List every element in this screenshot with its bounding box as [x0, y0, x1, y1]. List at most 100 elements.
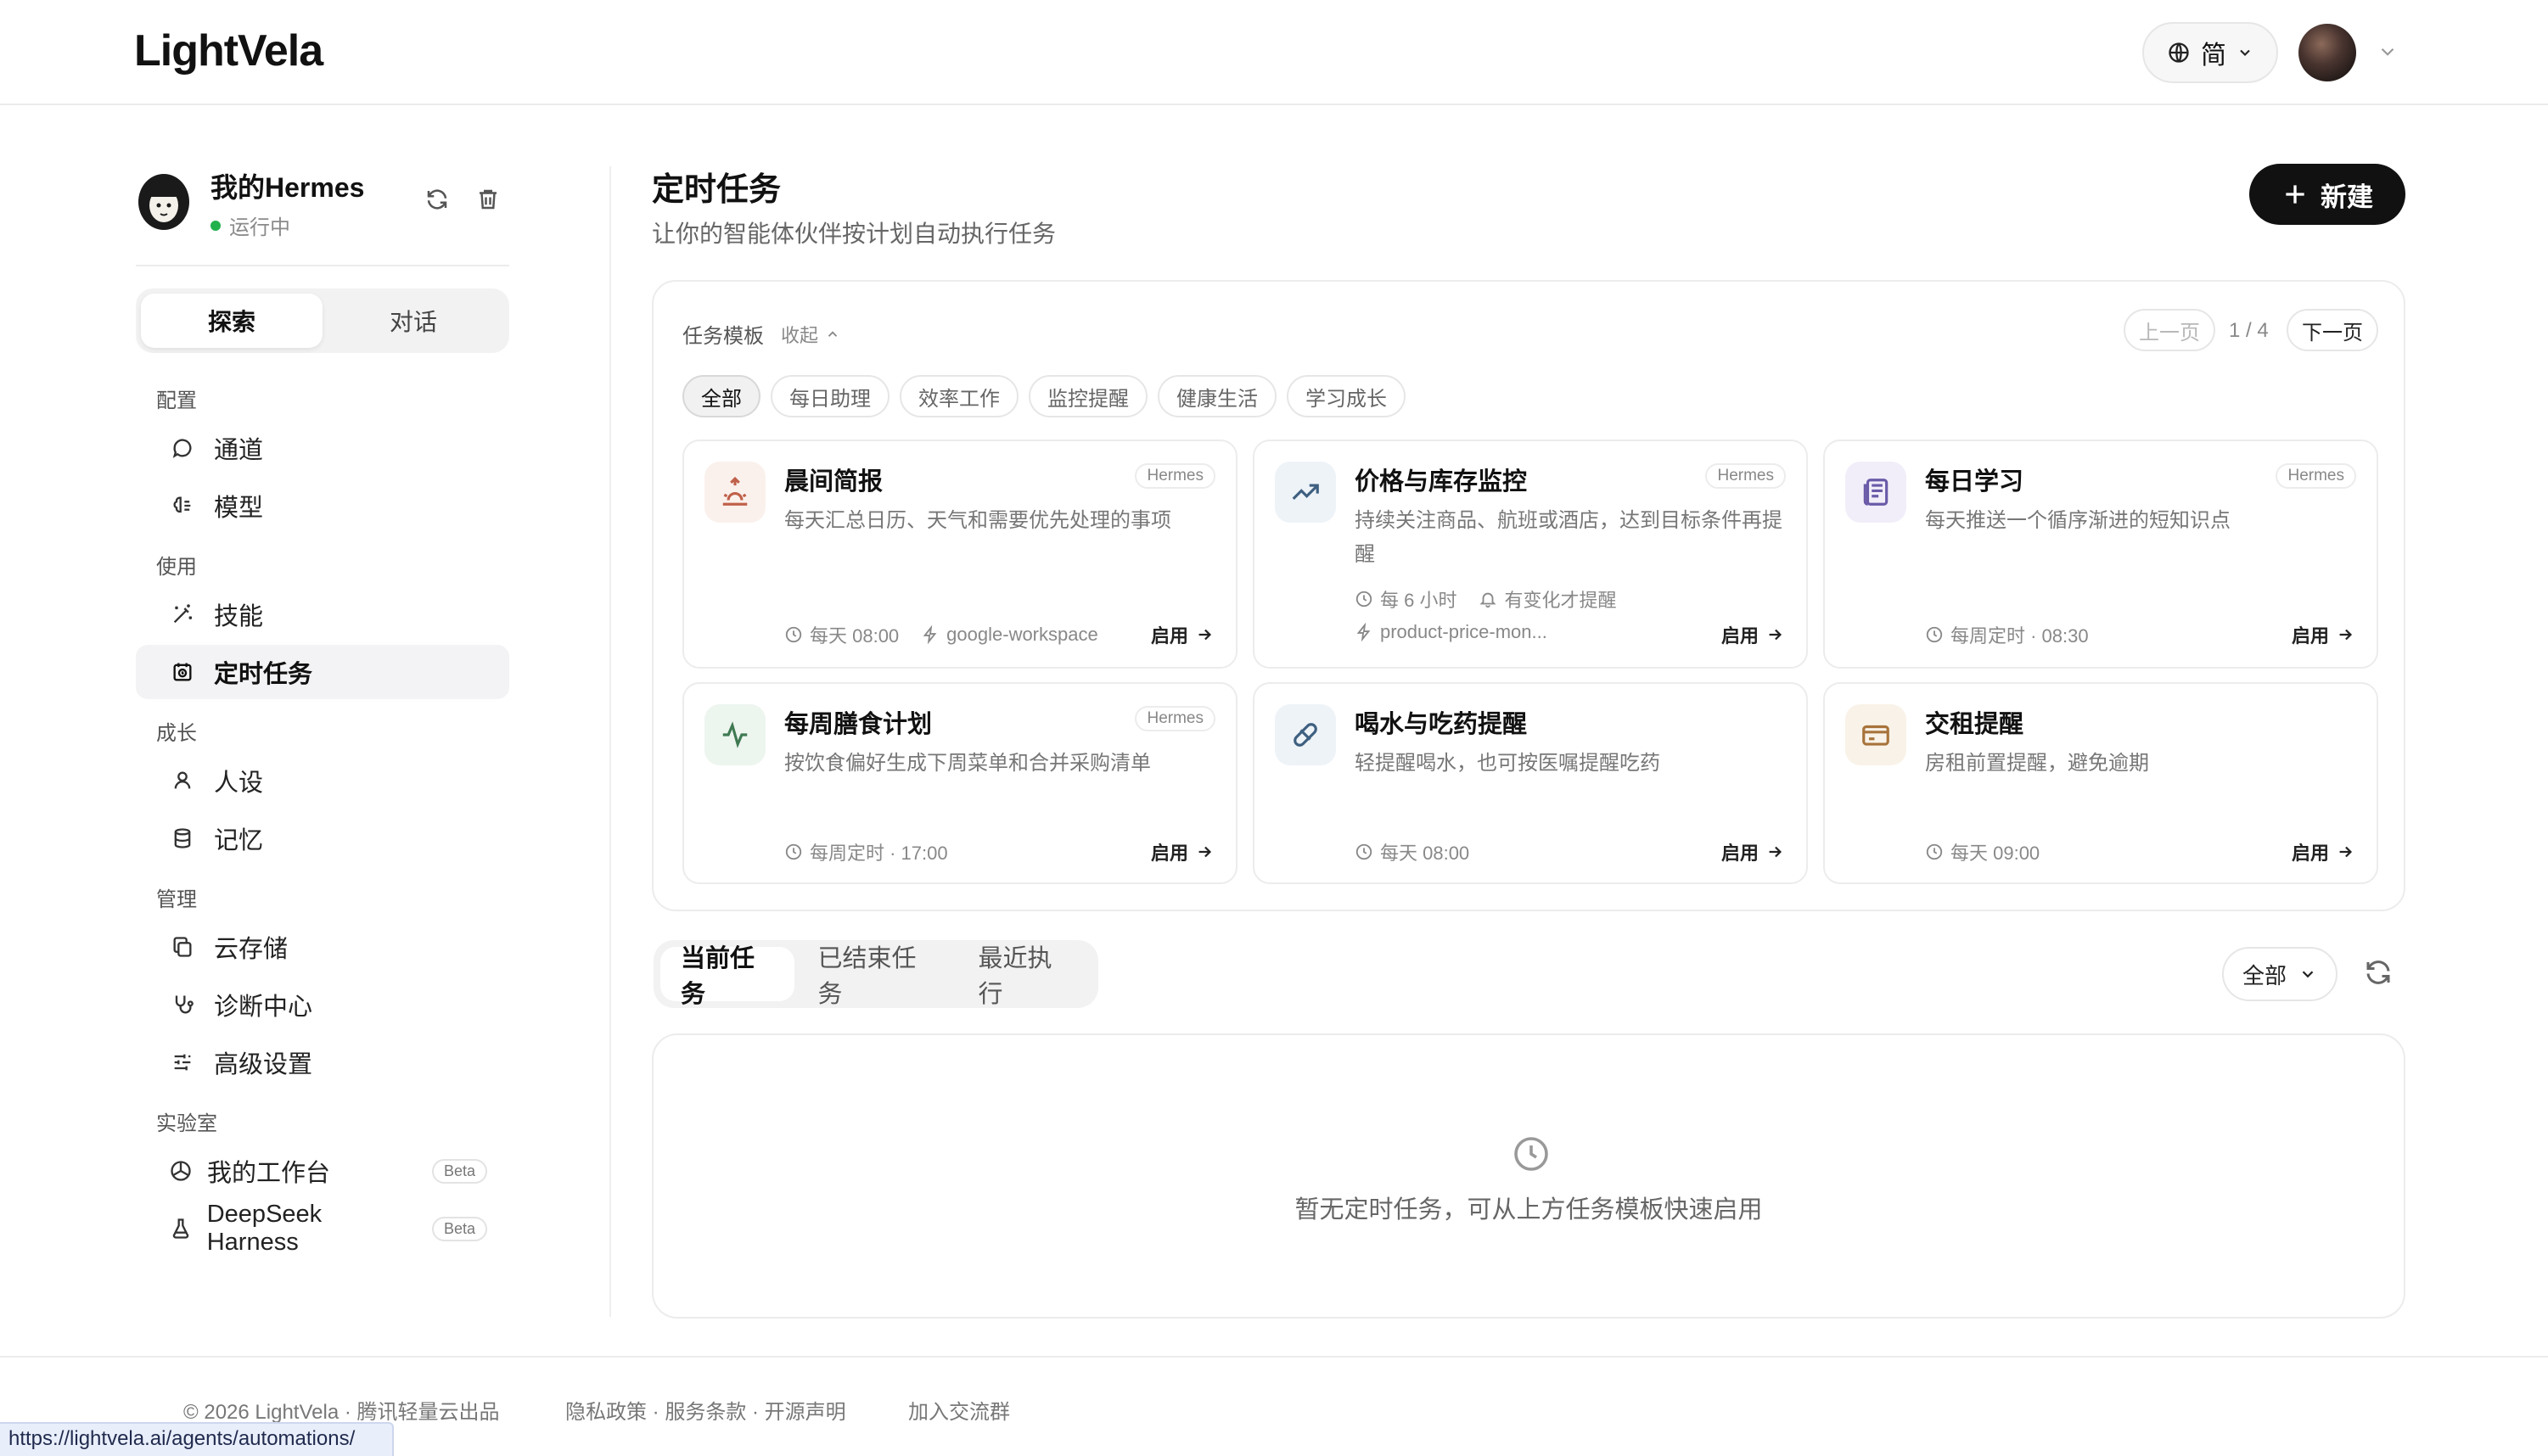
copy-icon	[170, 934, 195, 960]
template-schedule: 每 6 小时	[1380, 590, 1457, 611]
enable-label: 启用	[2291, 625, 2329, 647]
tab-ended-tasks[interactable]: 已结束任务	[798, 945, 955, 1008]
magic-wand-icon	[170, 602, 195, 627]
pill-icon	[1275, 704, 1336, 765]
sidebar-item-label: 通道	[214, 437, 264, 464]
enable-button[interactable]: 启用	[1151, 838, 1214, 865]
sidebar-item-scheduled-tasks[interactable]: 定时任务	[136, 645, 509, 699]
template-card[interactable]: 每日学习 Hermes 每天推送一个循序渐进的短知识点 每周定时 · 08:30…	[1823, 440, 2378, 669]
template-title: 每周膳食计划	[784, 711, 933, 738]
template-card[interactable]: 喝水与吃药提醒 轻提醒喝水，也可按医嘱提醒吃药 每天 08:00 启用	[1253, 682, 1808, 884]
sidebar-item-label: 诊断中心	[214, 994, 313, 1021]
language-switcher[interactable]: 简	[2142, 22, 2278, 83]
trash-icon[interactable]	[475, 187, 501, 212]
next-page-button[interactable]: 下一页	[2287, 309, 2378, 351]
template-meta: product-price-mon...	[1355, 621, 1547, 643]
lightning-icon	[921, 625, 940, 644]
sidebar-item-diagnostics[interactable]: 诊断中心	[136, 977, 509, 1032]
template-schedule: 每天 08:00	[810, 625, 900, 647]
enable-button[interactable]: 启用	[2292, 838, 2354, 865]
enable-button[interactable]: 启用	[1721, 621, 1784, 648]
nav-group-lab: 实验室	[156, 1112, 217, 1135]
template-card[interactable]: 交租提醒 房租前置提醒，避免逾期 每天 09:00 启用	[1823, 682, 2378, 884]
collapse-toggle[interactable]: 收起	[781, 321, 840, 348]
beta-badge: Beta	[431, 1158, 487, 1184]
empty-state-text: 暂无定时任务，可从上方任务模板快速启用	[1294, 1196, 1763, 1224]
category-chip-monitoring[interactable]: 监控提醒	[1029, 375, 1148, 417]
agent-profile: 我的Hermes 运行中	[136, 161, 509, 255]
tab-recent-runs[interactable]: 最近执行	[957, 945, 1092, 1008]
template-schedule: 每周定时 · 08:30	[1950, 625, 2089, 647]
template-card[interactable]: 每周膳食计划 Hermes 按饮食偏好生成下周菜单和合并采购清单 每周定时 · …	[682, 682, 1238, 884]
brain-icon	[170, 493, 195, 518]
sidebar-item-workbench[interactable]: 我的工作台 Beta	[136, 1144, 509, 1198]
arrow-right-icon	[1765, 625, 1784, 644]
sidebar-item-deepseek-harness[interactable]: DeepSeek Harness Beta	[136, 1201, 509, 1256]
enable-label: 启用	[1150, 843, 1188, 864]
clock-icon	[784, 843, 803, 861]
sidebar-item-skills[interactable]: 技能	[136, 587, 509, 641]
enable-button[interactable]: 启用	[1721, 838, 1784, 865]
bell-icon	[1479, 590, 1497, 608]
top-bar: LightVela 简	[0, 0, 2548, 105]
status-text: 运行中	[229, 216, 290, 239]
tab-current-tasks[interactable]: 当前任务	[660, 945, 794, 1008]
category-chip-daily-assistant[interactable]: 每日助理	[771, 375, 890, 417]
nav-group-growth: 成长	[156, 722, 197, 745]
enable-button[interactable]: 启用	[2292, 621, 2354, 648]
collapse-label: 收起	[781, 325, 819, 346]
template-skill: product-price-mon...	[1380, 621, 1547, 642]
flask-icon	[168, 1216, 194, 1241]
enable-label: 启用	[1150, 625, 1188, 647]
status-url: https://lightvela.ai/agents/automations/	[0, 1422, 394, 1456]
agent-status: 运行中	[210, 210, 290, 240]
sidebar-item-memory[interactable]: 记忆	[136, 811, 509, 865]
sidebar-item-advanced-settings[interactable]: 高级设置	[136, 1035, 509, 1089]
enable-button[interactable]: 启用	[1151, 621, 1214, 648]
sidebar-divider	[609, 166, 611, 1317]
template-description: 每天推送一个循序渐进的短知识点	[1925, 509, 2231, 532]
tab-explore[interactable]: 探索	[141, 294, 323, 348]
chevron-down-icon	[2237, 44, 2253, 61]
footer-legal-links[interactable]: 隐私政策 · 服务条款 · 开源声明	[565, 1395, 846, 1425]
sidebar-item-label: 我的工作台	[207, 1160, 331, 1187]
template-meta: 每 6 小时 有变化才提醒	[1355, 585, 1616, 613]
template-title: 喝水与吃药提醒	[1355, 711, 1528, 738]
category-chip-health[interactable]: 健康生活	[1158, 375, 1277, 417]
sidebar-item-cloud-storage[interactable]: 云存储	[136, 920, 509, 974]
task-filter-select[interactable]: 全部	[2222, 947, 2338, 1001]
clock-icon	[1355, 590, 1373, 608]
template-card[interactable]: 价格与库存监控 Hermes 持续关注商品、航班或酒店，达到目标条件再提醒 每 …	[1253, 440, 1808, 669]
category-chip-productivity[interactable]: 效率工作	[900, 375, 1019, 417]
footer-community-link[interactable]: 加入交流群	[908, 1395, 1010, 1425]
user-avatar[interactable]	[2298, 24, 2356, 81]
arrow-right-icon	[2336, 625, 2354, 644]
agent-tag: Hermes	[1135, 706, 1215, 731]
tab-chat[interactable]: 对话	[323, 294, 504, 348]
sidebar-item-persona[interactable]: 人设	[136, 753, 509, 808]
app-logo[interactable]: LightVela	[134, 25, 323, 76]
page-subtitle: 让你的智能体伙伴按计划自动执行任务	[652, 221, 1057, 247]
chevron-down-icon[interactable]	[2377, 41, 2399, 63]
template-card[interactable]: 晨间简报 Hermes 每天汇总日历、天气和需要优先处理的事项 每天 08:00…	[682, 440, 1238, 669]
prev-page-button[interactable]: 上一页	[2124, 309, 2215, 351]
status-dot	[210, 220, 221, 231]
sidebar-item-channel[interactable]: 通道	[136, 421, 509, 475]
enable-label: 启用	[2291, 843, 2329, 864]
trend-up-icon	[1275, 462, 1336, 523]
sidebar-item-model[interactable]: 模型	[136, 479, 509, 533]
refresh-icon[interactable]	[424, 187, 450, 212]
footer-copyright: © 2026 LightVela · 腾讯轻量云出品	[183, 1401, 500, 1424]
refresh-icon[interactable]	[2363, 957, 2394, 988]
new-task-button[interactable]: 新建	[2249, 164, 2405, 225]
clock-icon	[1511, 1134, 1552, 1174]
clock-icon	[1925, 843, 1944, 861]
agent-avatar	[136, 171, 192, 232]
user-icon	[170, 768, 195, 793]
category-chip-learning[interactable]: 学习成长	[1287, 375, 1406, 417]
agent-tag: Hermes	[1705, 463, 1786, 489]
plus-icon	[2281, 181, 2309, 208]
category-chip-all[interactable]: 全部	[682, 375, 760, 417]
template-title: 交租提醒	[1925, 711, 2024, 738]
clock-icon	[1925, 625, 1944, 644]
